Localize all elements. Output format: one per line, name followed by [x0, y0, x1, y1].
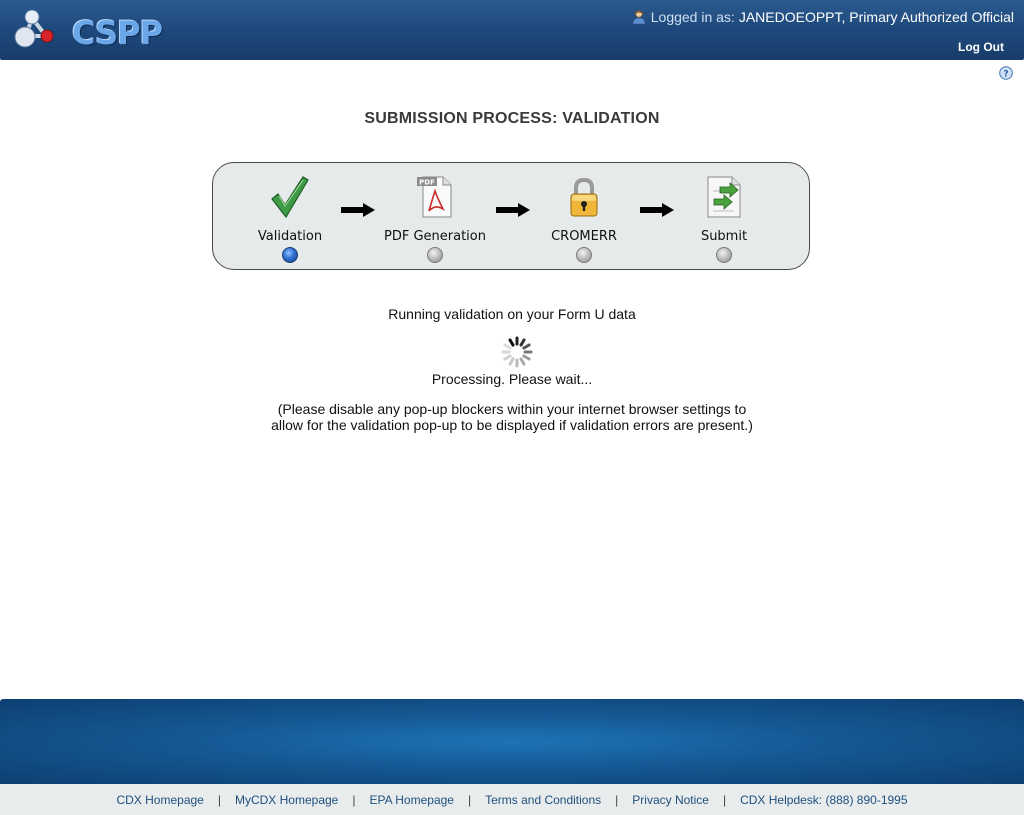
note-line: allow for the validation pop-up to be di… — [271, 417, 753, 433]
footer-links: CDX Homepage | MyCDX Homepage | EPA Home… — [0, 784, 1024, 815]
app-header: CSPP Logged in as: JANEDOEOPPT, Primary … — [0, 0, 1024, 60]
step-status-inactive — [427, 247, 443, 263]
user-icon — [632, 10, 646, 25]
pdf-document-icon: PDF — [417, 176, 452, 218]
step-label: Validation — [257, 229, 323, 244]
arrow-right-icon — [341, 203, 375, 217]
user-name: JANEDOEOPPT, Primary Authorized Official — [738, 9, 1014, 25]
help-icon[interactable]: ? — [999, 66, 1013, 80]
footer-band — [0, 699, 1024, 784]
step-cromerr: CROMERR — [524, 171, 644, 263]
logged-in-info: Logged in as: JANEDOEOPPT, Primary Autho… — [631, 9, 1014, 25]
page-title: SUBMISSION PROCESS: VALIDATION — [364, 110, 660, 127]
separator: | — [352, 792, 356, 807]
svg-text:PDF: PDF — [419, 179, 435, 187]
footer-link-privacy[interactable]: Privacy Notice — [632, 793, 709, 807]
submission-process-tracker: Validation PDF PDF Generation CROMERR Su… — [212, 162, 810, 270]
footer-link-epa-homepage[interactable]: EPA Homepage — [369, 793, 454, 807]
step-validation: Validation — [230, 171, 350, 263]
footer-link-cdx-homepage[interactable]: CDX Homepage — [116, 793, 203, 807]
svg-text:?: ? — [1003, 70, 1008, 80]
step-label: CROMERR — [551, 229, 617, 244]
loading-spinner-icon — [501, 336, 533, 368]
logout-link[interactable]: Log Out — [958, 40, 1004, 54]
logged-in-label: Logged in as: — [650, 9, 735, 25]
footer-link-terms[interactable]: Terms and Conditions — [485, 793, 601, 807]
processing-text: Processing. Please wait... — [431, 371, 593, 387]
separator: | — [217, 792, 221, 807]
step-submit: Submit — [664, 171, 784, 263]
note-line: (Please disable any pop-up blockers with… — [277, 401, 747, 417]
validation-status-message: Running validation on your Form U data — [388, 306, 636, 322]
separator: | — [722, 792, 727, 807]
separator: | — [615, 792, 619, 807]
cspp-logo[interactable]: CSPP — [12, 6, 163, 52]
padlock-icon — [570, 177, 598, 217]
checkmark-icon — [271, 176, 309, 219]
popup-blocker-note: (Please disable any pop-up blockers with… — [0, 401, 1024, 433]
brand-name: CSPP — [72, 14, 163, 52]
step-status-active — [282, 247, 298, 263]
step-status-inactive — [716, 247, 732, 263]
footer-link-helpdesk[interactable]: CDX Helpdesk: (888) 890-1995 — [740, 793, 907, 807]
step-pdf-generation: PDF PDF Generation — [375, 171, 495, 263]
step-label: Submit — [700, 229, 748, 244]
separator: | — [467, 792, 472, 807]
molecule-logo-icon — [14, 9, 54, 48]
submit-document-icon — [707, 176, 741, 218]
step-label: PDF Generation — [384, 229, 486, 244]
step-status-inactive — [576, 247, 592, 263]
footer-link-mycdx-homepage[interactable]: MyCDX Homepage — [235, 793, 338, 807]
